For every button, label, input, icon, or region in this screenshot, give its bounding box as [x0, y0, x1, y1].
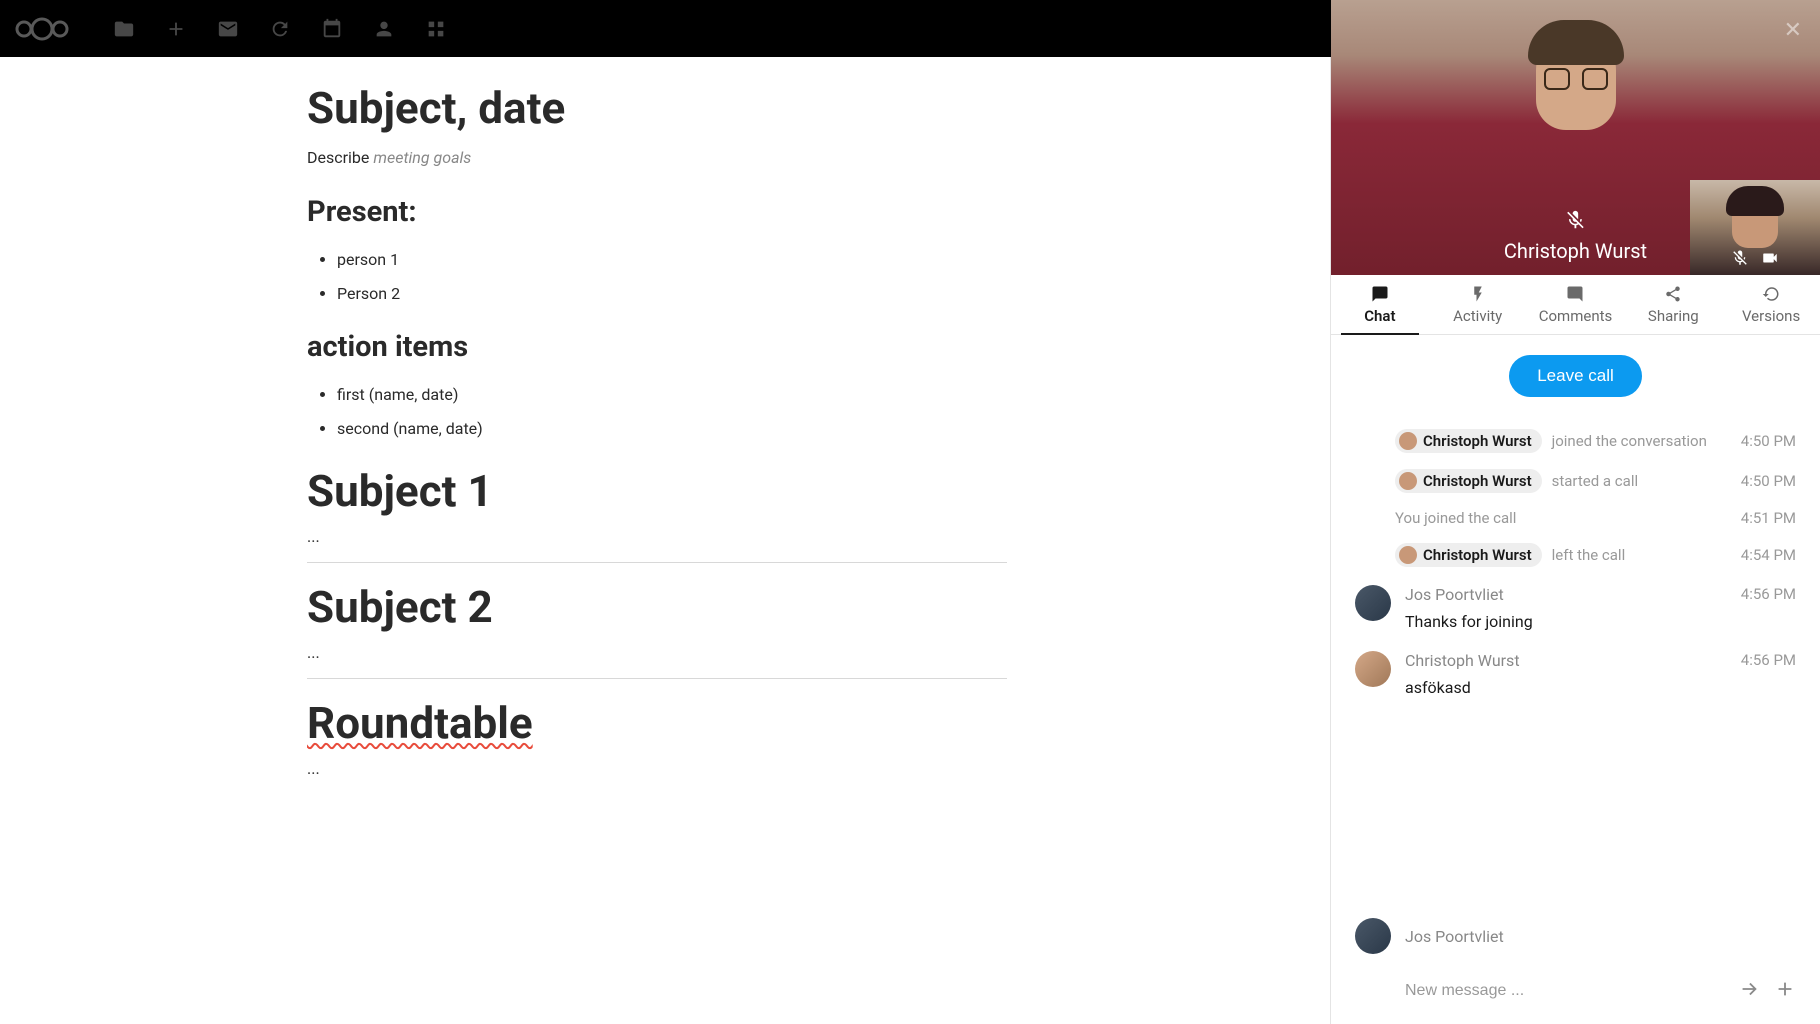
- video-self-preview[interactable]: [1690, 180, 1820, 275]
- sharing-icon: [1664, 285, 1682, 303]
- plus-icon[interactable]: [156, 9, 196, 49]
- list-item[interactable]: Person 2: [337, 277, 1007, 311]
- subject2-body[interactable]: ...: [307, 643, 1007, 662]
- subject2-heading[interactable]: Subject 2: [307, 581, 1007, 633]
- chat-message: Jos Poortvliet 4:56 PM Thanks for joinin…: [1355, 575, 1796, 641]
- list-item[interactable]: second (name, date): [337, 412, 1007, 446]
- avatar: [1355, 585, 1391, 621]
- subject1-heading[interactable]: Subject 1: [307, 465, 1007, 517]
- refresh-icon[interactable]: [260, 9, 300, 49]
- chat-message: Christoph Wurst 4:56 PM asfökasd: [1355, 641, 1796, 707]
- avatar: [1355, 651, 1391, 687]
- message-input[interactable]: [1405, 982, 1724, 1000]
- avatar: [1355, 918, 1391, 954]
- tab-activity[interactable]: Activity: [1429, 275, 1527, 334]
- close-video-icon[interactable]: ✕: [1784, 18, 1802, 43]
- divider: [307, 562, 1007, 563]
- tab-chat[interactable]: Chat: [1331, 275, 1429, 334]
- list-item[interactable]: person 1: [337, 243, 1007, 277]
- avatar: [1399, 432, 1417, 450]
- pip-mic-muted-icon[interactable]: [1731, 249, 1749, 267]
- roundtable-heading[interactable]: Roundtable: [307, 697, 1007, 749]
- action-items-heading[interactable]: action items: [307, 330, 1007, 364]
- avatar: [1399, 472, 1417, 490]
- participant-name-overlay: Christoph Wurst: [1504, 209, 1647, 263]
- versions-icon: [1762, 285, 1780, 303]
- roundtable-body[interactable]: ...: [307, 759, 1007, 778]
- files-icon[interactable]: [104, 9, 144, 49]
- chat-event: Christoph Wurst left the call 4:54 PM: [1355, 535, 1796, 575]
- calendar-icon[interactable]: [312, 9, 352, 49]
- mic-muted-icon: [1565, 209, 1587, 231]
- present-heading[interactable]: Present:: [307, 195, 1007, 229]
- add-icon[interactable]: [1774, 978, 1796, 1004]
- chat-event: Christoph Wurst joined the conversation …: [1355, 421, 1796, 461]
- tab-comments[interactable]: Comments: [1527, 275, 1625, 334]
- action-items-list[interactable]: first (name, date) second (name, date): [307, 378, 1007, 445]
- tab-sharing[interactable]: Sharing: [1624, 275, 1722, 334]
- present-list[interactable]: person 1 Person 2: [307, 243, 1007, 310]
- doc-subtitle[interactable]: Describe meeting goals: [307, 148, 1007, 167]
- list-item[interactable]: first (name, date): [337, 378, 1007, 412]
- compose-area: Jos Poortvliet: [1331, 908, 1820, 1024]
- video-call-panel: Christoph Wurst ✕: [1331, 0, 1820, 275]
- document-editor[interactable]: Subject, date Describe meeting goals Pre…: [0, 57, 1330, 1024]
- chat-icon: [1371, 285, 1389, 303]
- chat-event: Christoph Wurst started a call 4:50 PM: [1355, 461, 1796, 501]
- chat-event: You joined the call 4:51 PM: [1355, 501, 1796, 535]
- app-logo[interactable]: [12, 14, 72, 44]
- avatar: [1399, 546, 1417, 564]
- leave-call-button[interactable]: Leave call: [1509, 355, 1642, 397]
- right-sidebar: Christoph Wurst ✕ Chat Activity: [1330, 57, 1820, 1024]
- activity-icon: [1469, 285, 1487, 303]
- tab-versions[interactable]: Versions: [1722, 275, 1820, 334]
- sidebar-tabs: Chat Activity Comments Sharing Versions: [1331, 275, 1820, 335]
- contact-icon[interactable]: [364, 9, 404, 49]
- chat-message-list: Christoph Wurst joined the conversation …: [1331, 407, 1820, 908]
- doc-title[interactable]: Subject, date: [307, 82, 1007, 134]
- subject1-body[interactable]: ...: [307, 527, 1007, 546]
- send-icon[interactable]: [1738, 978, 1760, 1004]
- divider: [307, 678, 1007, 679]
- deck-icon[interactable]: [416, 9, 456, 49]
- comments-icon: [1566, 285, 1584, 303]
- mail-icon[interactable]: [208, 9, 248, 49]
- pip-camera-icon[interactable]: [1761, 249, 1779, 267]
